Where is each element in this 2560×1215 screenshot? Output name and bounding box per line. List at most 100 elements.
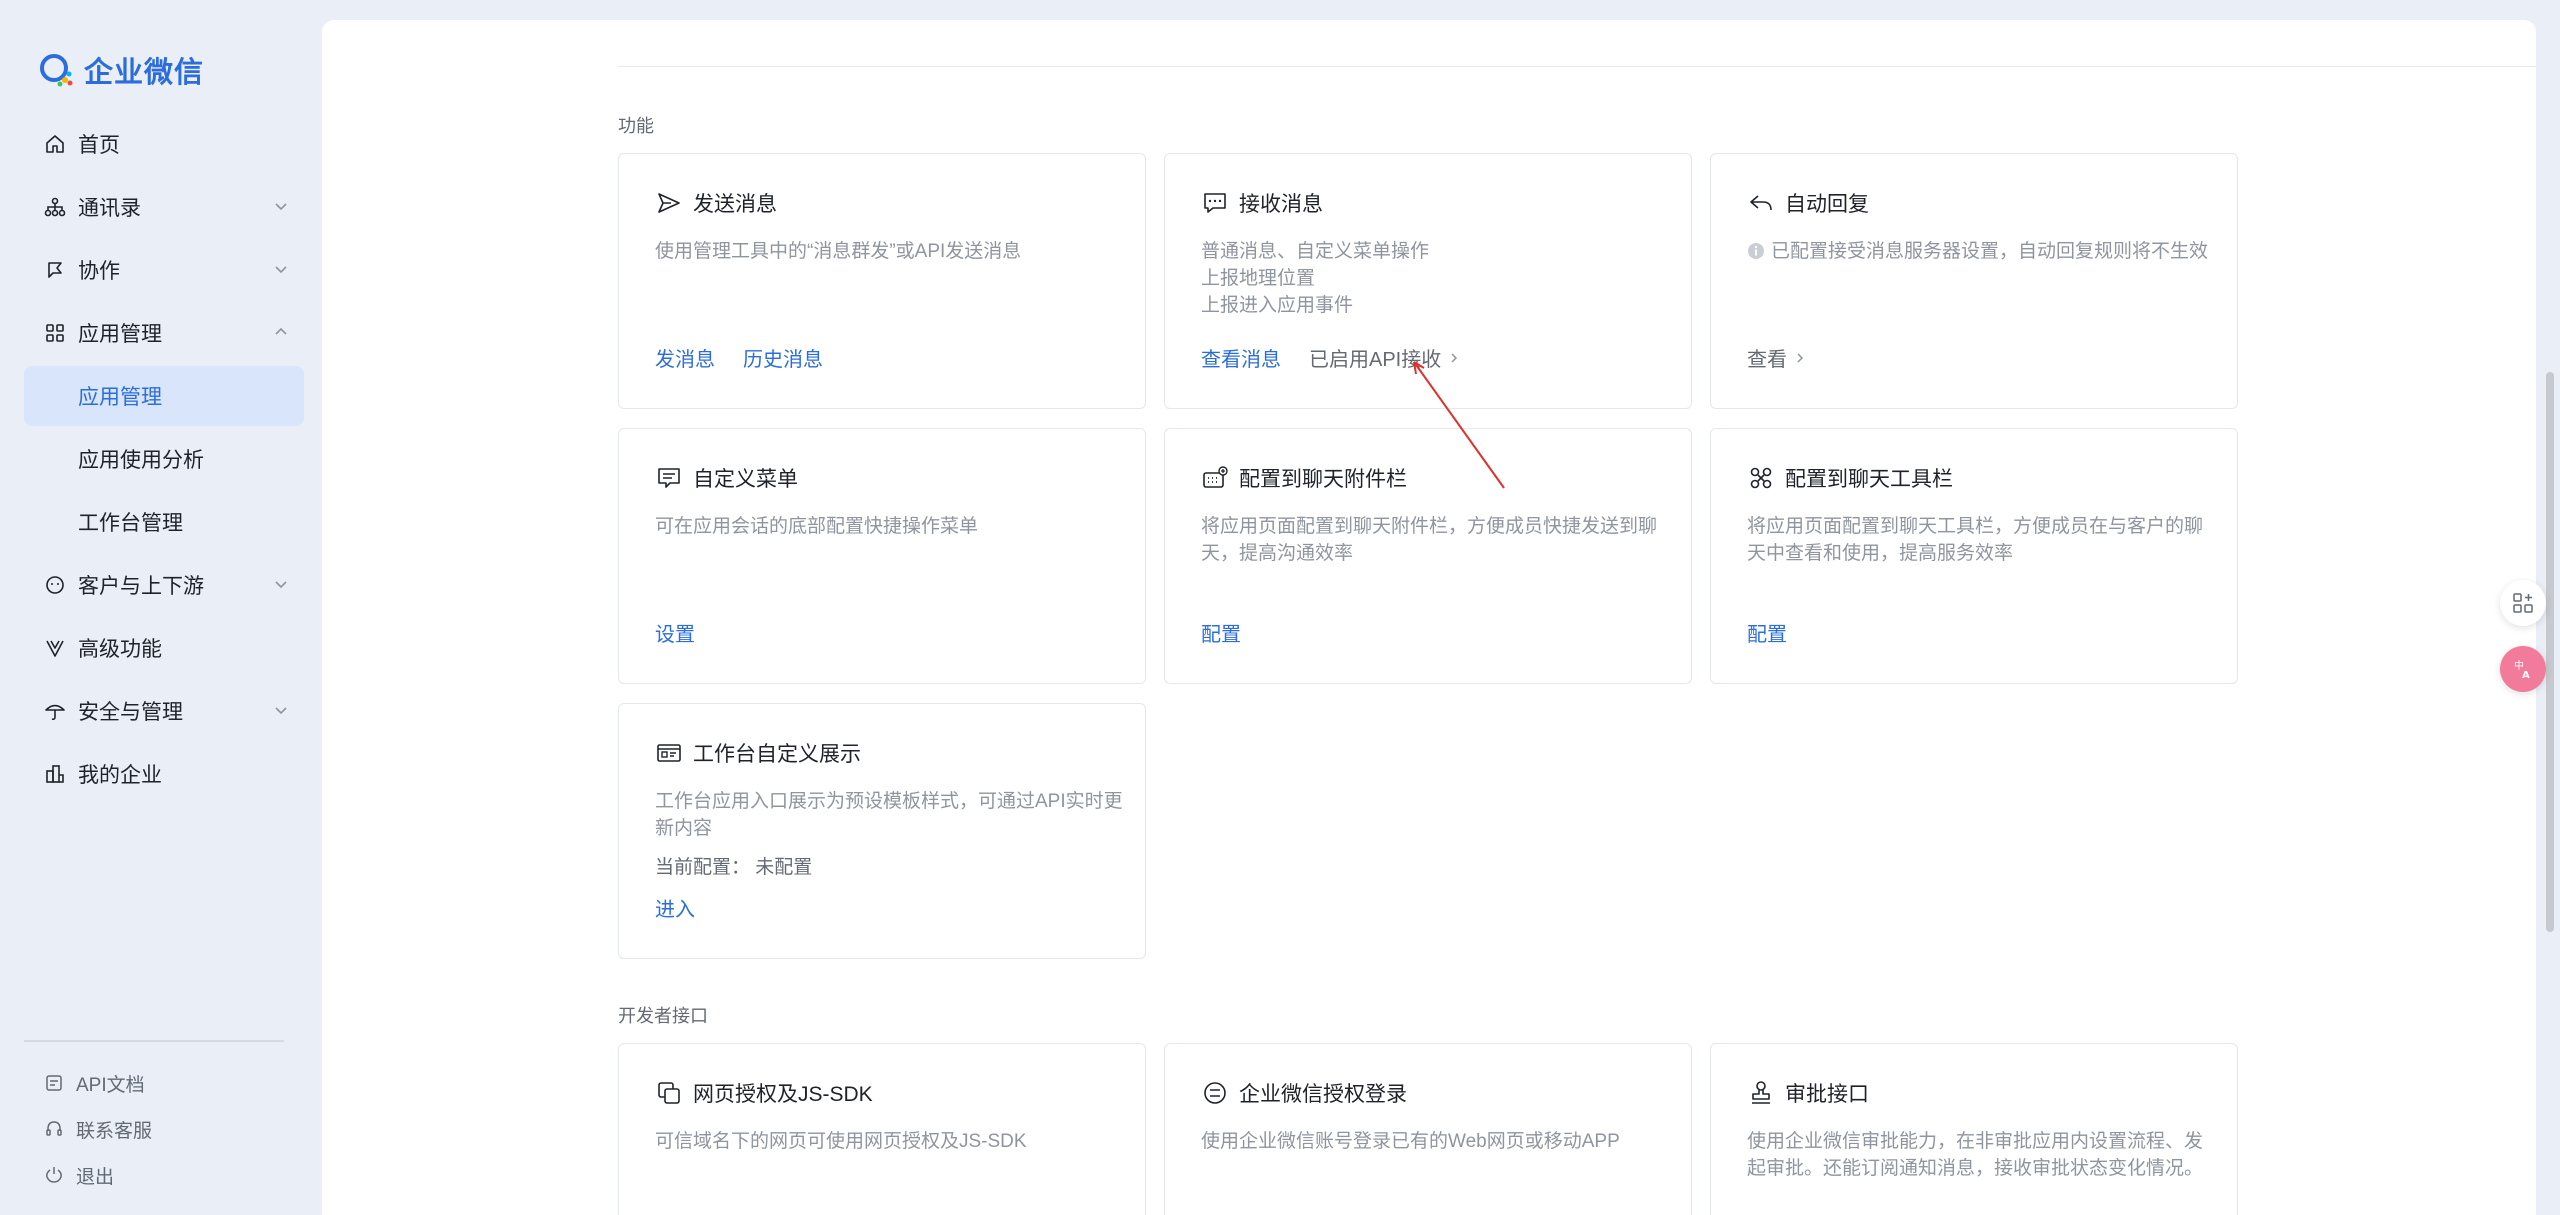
logo[interactable]: 企业微信 bbox=[36, 50, 204, 90]
send-message-link[interactable]: 发消息 bbox=[655, 343, 715, 372]
sidebar-item-label: 通讯录 bbox=[78, 197, 141, 220]
chevron-down-icon bbox=[275, 266, 287, 274]
scrollbar-thumb[interactable] bbox=[2546, 372, 2554, 932]
reply-icon bbox=[1747, 189, 1775, 217]
bottom-item-label: 退出 bbox=[76, 1166, 115, 1188]
card-approval-api: 审批接口 使用企业微信审批能力，在非审批应用内设置流程、发起审批。还能订阅通知消… bbox=[1710, 1043, 2238, 1215]
desc-line: 普通消息、自定义菜单操作 bbox=[1201, 241, 1430, 262]
chevron-right-icon bbox=[1451, 352, 1458, 363]
translate-icon: 中A bbox=[2514, 659, 2530, 681]
sidebar-item-contacts[interactable]: 通讯录 bbox=[24, 177, 304, 237]
card-custom-menu: 自定义菜单 可在应用会话的底部配置快捷操作菜单 设置 bbox=[618, 428, 1146, 684]
card-title: 配置到聊天附件栏 bbox=[1239, 468, 1407, 491]
view-messages-link[interactable]: 查看消息 bbox=[1201, 343, 1281, 372]
setup-menu-link[interactable]: 设置 bbox=[655, 618, 695, 647]
card-title: 自动回复 bbox=[1785, 193, 1869, 216]
chevron-down-icon bbox=[275, 203, 287, 211]
building-icon bbox=[44, 763, 66, 785]
card-description: 已配置接受消息服务器设置，自动回复规则将不生效 bbox=[1747, 238, 2217, 265]
api-docs-link[interactable]: API文档 bbox=[24, 1060, 284, 1106]
sidebar-subitem-app-management[interactable]: 应用管理 bbox=[24, 366, 304, 426]
keyboard-plus-icon bbox=[1201, 464, 1229, 492]
toolbar-icon bbox=[1747, 464, 1775, 492]
card-description: 将应用页面配置到聊天附件栏，方便成员快捷发送到聊天，提高沟通效率 bbox=[1201, 516, 1658, 564]
sidebar-nav: 首页 通讯录 协作 应用管理 应用管理 应用使用分析 工作台管理 客户与上下游 bbox=[24, 114, 304, 807]
id-card-icon bbox=[655, 739, 683, 767]
desc-line: 上报进入应用事件 bbox=[1201, 295, 1354, 316]
chat-bubble-icon bbox=[1201, 189, 1229, 217]
sidebar-subitem-workbench-management[interactable]: 工作台管理 bbox=[24, 492, 304, 552]
chevron-up-icon bbox=[275, 327, 287, 335]
chevron-right-icon bbox=[1797, 352, 1804, 363]
sidebar-item-customers[interactable]: 客户与上下游 bbox=[24, 555, 304, 615]
card-chat-attachment: 配置到聊天附件栏 将应用页面配置到聊天附件栏，方便成员快捷发送到聊天，提高沟通效… bbox=[1164, 428, 1692, 684]
api-receive-status-link[interactable]: 已启用API接收 bbox=[1309, 343, 1461, 372]
info-icon bbox=[1748, 243, 1764, 259]
card-title: 网页授权及JS-SDK bbox=[693, 1083, 873, 1106]
card-description: 使用企业微信审批能力，在非审批应用内设置流程、发起审批。还能订阅通知消息，接收审… bbox=[1747, 1131, 2204, 1179]
card-description: 使用企业微信账号登录已有的Web网页或移动APP bbox=[1201, 1131, 1620, 1152]
equals-circle-icon bbox=[1201, 1079, 1229, 1107]
sidebar-footer: API文档 联系客服 退出 bbox=[24, 1040, 284, 1198]
view-auto-reply-link[interactable]: 查看 bbox=[1747, 343, 1807, 372]
sidebar-item-label: 应用使用分析 bbox=[78, 449, 204, 472]
logout-link[interactable]: 退出 bbox=[24, 1152, 284, 1198]
org-chart-icon bbox=[44, 196, 66, 218]
sidebar-item-my-company[interactable]: 我的企业 bbox=[24, 744, 304, 804]
configure-attachment-link[interactable]: 配置 bbox=[1201, 618, 1241, 647]
sidebar-item-home[interactable]: 首页 bbox=[24, 114, 304, 174]
message-history-link[interactable]: 历史消息 bbox=[743, 343, 823, 372]
menu-chat-icon bbox=[655, 464, 683, 492]
floating-translate-button[interactable]: 中A bbox=[2500, 646, 2546, 692]
floating-apps-button[interactable] bbox=[2500, 580, 2546, 626]
card-title: 工作台自定义展示 bbox=[693, 743, 861, 766]
chevron-down-icon bbox=[275, 707, 287, 715]
configure-toolbar-link[interactable]: 配置 bbox=[1747, 618, 1787, 647]
sidebar-item-label: 协作 bbox=[78, 260, 120, 283]
card-title: 发送消息 bbox=[693, 193, 777, 216]
card-auto-reply: 自动回复 已配置接受消息服务器设置，自动回复规则将不生效 查看 bbox=[1710, 153, 2238, 409]
contact-support-link[interactable]: 联系客服 bbox=[24, 1106, 284, 1152]
card-send-message: 发送消息 使用管理工具中的“消息群发”或API发送消息 发消息 历史消息 bbox=[618, 153, 1146, 409]
card-title: 企业微信授权登录 bbox=[1239, 1083, 1407, 1106]
smile-icon bbox=[44, 574, 66, 596]
advanced-icon bbox=[44, 637, 66, 659]
sidebar-item-label: 高级功能 bbox=[78, 638, 162, 661]
sidebar-item-app-management[interactable]: 应用管理 bbox=[24, 303, 304, 363]
sidebar-item-collab[interactable]: 协作 bbox=[24, 240, 304, 300]
card-description: 普通消息、自定义菜单操作 上报地理位置 上报进入应用事件 bbox=[1201, 238, 1671, 319]
enter-workbench-link[interactable]: 进入 bbox=[655, 893, 695, 922]
card-description: 可在应用会话的底部配置快捷操作菜单 bbox=[655, 516, 979, 537]
home-icon bbox=[44, 133, 66, 155]
card-title: 接收消息 bbox=[1239, 193, 1323, 216]
headset-icon bbox=[44, 1119, 64, 1139]
section-title-features: 功能 bbox=[618, 116, 654, 136]
sidebar-item-security[interactable]: 安全与管理 bbox=[24, 681, 304, 741]
main-panel: 功能 发送消息 使用管理工具中的“消息群发”或API发送消息 发消息 历史消息 … bbox=[322, 20, 2536, 1215]
sidebar-item-label: 客户与上下游 bbox=[78, 575, 204, 598]
section-title-developer: 开发者接口 bbox=[618, 1006, 708, 1026]
sidebar: 企业微信 首页 通讯录 协作 应用管理 应用管理 应用使用分析 工作台管理 客户… bbox=[0, 0, 320, 1215]
sidebar-item-label: 我的企业 bbox=[78, 764, 162, 787]
desc-line: 上报地理位置 bbox=[1201, 268, 1316, 289]
stamp-icon bbox=[1747, 1079, 1775, 1107]
power-icon bbox=[44, 1165, 64, 1185]
card-receive-message: 接收消息 普通消息、自定义菜单操作 上报地理位置 上报进入应用事件 查看消息 已… bbox=[1164, 153, 1692, 409]
wecom-logo-icon bbox=[40, 54, 73, 87]
card-chat-toolbar: 配置到聊天工具栏 将应用页面配置到聊天工具栏，方便成员在与客户的聊天中查看和使用… bbox=[1710, 428, 2238, 684]
svg-text:A: A bbox=[2522, 670, 2530, 681]
notice-text: 已配置接受消息服务器设置，自动回复规则将不生效 bbox=[1771, 241, 2209, 262]
divider bbox=[618, 66, 2536, 67]
card-wecom-login: 企业微信授权登录 使用企业微信账号登录已有的Web网页或移动APP bbox=[1164, 1043, 1692, 1215]
card-description: 工作台应用入口展示为预设模板样式，可通过API实时更新内容 bbox=[655, 791, 1123, 839]
sidebar-item-label: 应用管理 bbox=[78, 323, 162, 346]
sidebar-item-label: 首页 bbox=[78, 134, 120, 157]
card-title: 自定义菜单 bbox=[693, 468, 798, 491]
grid-icon bbox=[44, 322, 66, 344]
card-workbench-display: 工作台自定义展示 工作台应用入口展示为预设模板样式，可通过API实时更新内容 当… bbox=[618, 703, 1146, 959]
sidebar-item-advanced[interactable]: 高级功能 bbox=[24, 618, 304, 678]
view-label: 查看 bbox=[1747, 349, 1787, 371]
sidebar-subitem-app-usage-analysis[interactable]: 应用使用分析 bbox=[24, 429, 304, 489]
card-title: 配置到聊天工具栏 bbox=[1785, 468, 1953, 491]
card-description: 将应用页面配置到聊天工具栏，方便成员在与客户的聊天中查看和使用，提高服务效率 bbox=[1747, 516, 2204, 564]
